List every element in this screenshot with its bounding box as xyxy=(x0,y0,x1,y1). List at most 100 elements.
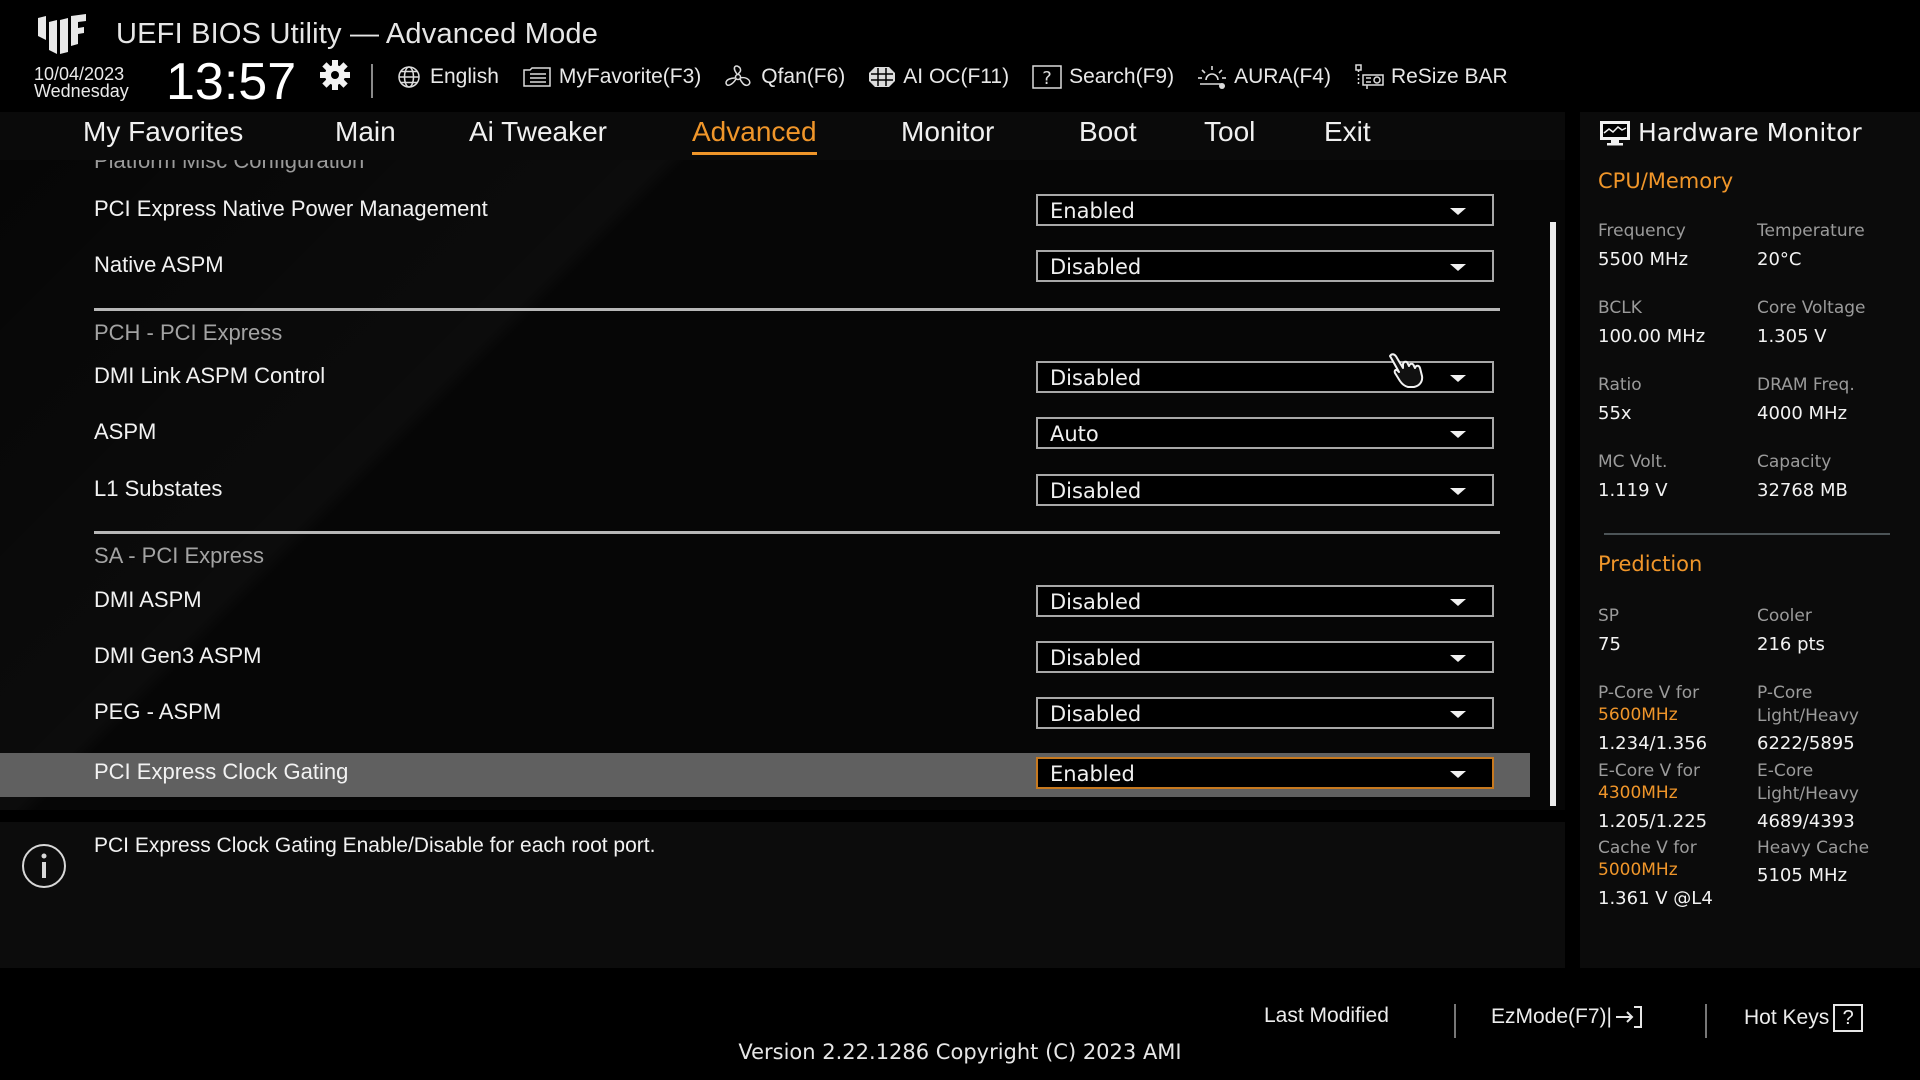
dropdown-value: Enabled xyxy=(1050,762,1135,786)
section-divider xyxy=(94,531,1500,534)
aura-button[interactable]: AURA(F4) xyxy=(1196,64,1331,90)
ai-oc-icon xyxy=(869,67,896,87)
setting-dropdown[interactable]: Auto xyxy=(1036,417,1494,449)
hw-label-mc-volt: MC Volt. xyxy=(1598,452,1668,472)
hot-keys-label: Hot Keys xyxy=(1744,1006,1830,1029)
setting-row[interactable]: DMI Gen3 ASPM Disabled xyxy=(0,637,1530,681)
chevron-down-icon xyxy=(1450,771,1466,778)
hardware-monitor-label: Hardware Monitor xyxy=(1638,118,1862,147)
svg-text:?: ? xyxy=(1042,68,1052,89)
section-heading-pch: PCH - PCI Express xyxy=(94,320,283,345)
hw-label-cache-v: Cache V for xyxy=(1598,838,1697,858)
myfavorite-label: MyFavorite(F3) xyxy=(558,65,702,88)
resize-bar-label: ReSize BAR xyxy=(1390,65,1508,88)
hardware-monitor-title: Hardware Monitor xyxy=(1598,118,1862,147)
aura-light-icon xyxy=(1198,66,1227,89)
chevron-down-icon xyxy=(1450,264,1466,271)
section-heading-sa: SA - PCI Express xyxy=(94,543,264,568)
settings-panel: Platform Misc Configuration PCI Express … xyxy=(0,160,1565,810)
hw-freq-pcore: 5600MHz xyxy=(1598,705,1678,725)
setting-row[interactable]: DMI Link ASPM Control Disabled xyxy=(0,357,1530,401)
language-button[interactable]: English xyxy=(394,65,499,89)
resize-bar-button[interactable]: ReSize BAR xyxy=(1353,63,1508,91)
setting-dropdown[interactable]: Disabled xyxy=(1036,641,1494,673)
search-help-icon: ? xyxy=(1032,65,1062,89)
tab-advanced[interactable]: Advanced xyxy=(692,116,817,155)
hw-label-ratio: Ratio xyxy=(1598,375,1642,395)
dropdown-value: Disabled xyxy=(1050,366,1142,390)
exit-arrow-icon xyxy=(1616,1006,1642,1028)
settings-scrollbar[interactable] xyxy=(1550,222,1556,806)
tab-monitor[interactable]: Monitor xyxy=(901,116,994,152)
resize-bar-icon xyxy=(1355,64,1384,89)
hw-label-frequency: Frequency xyxy=(1598,221,1686,241)
hw-value-ecore-v: 1.205/1.225 xyxy=(1598,811,1708,832)
tab-tool[interactable]: Tool xyxy=(1204,116,1255,152)
setting-row[interactable]: Native ASPM Disabled xyxy=(0,246,1530,290)
hw-label-dram-freq: DRAM Freq. xyxy=(1757,375,1855,395)
chevron-down-icon xyxy=(1450,431,1466,438)
globe-icon xyxy=(398,66,420,88)
ezmode-button[interactable]: EzMode(F7)| xyxy=(1491,1004,1644,1030)
tab-main[interactable]: Main xyxy=(335,116,396,152)
favorite-list-icon xyxy=(523,67,551,87)
myfavorite-button[interactable]: MyFavorite(F3) xyxy=(521,65,701,89)
help-question-icon: ? xyxy=(1833,1004,1864,1032)
hw-label-capacity: Capacity xyxy=(1757,452,1832,472)
tab-exit[interactable]: Exit xyxy=(1324,116,1371,152)
hw-value-heavy-cache: 5105 MHz xyxy=(1757,865,1848,886)
setting-label: DMI Gen3 ASPM xyxy=(94,643,262,668)
setting-row[interactable]: ASPM Auto xyxy=(0,413,1530,457)
setting-row[interactable]: PCI Express Native Power Management Enab… xyxy=(0,190,1530,234)
chevron-down-icon xyxy=(1450,599,1466,606)
setting-dropdown[interactable]: Enabled xyxy=(1036,757,1494,789)
setting-row[interactable]: DMI ASPM Disabled xyxy=(0,581,1530,625)
tab-ai-tweaker[interactable]: Ai Tweaker xyxy=(469,116,607,152)
ezmode-label: EzMode(F7)| xyxy=(1491,1005,1612,1028)
hw-label-pcore-lh-2: Light/Heavy xyxy=(1757,706,1859,726)
ai-oc-button[interactable]: AI OC(F11) xyxy=(867,65,1009,89)
last-modified-button[interactable]: Last Modified xyxy=(1264,1004,1389,1028)
qfan-button[interactable]: Qfan(F6) xyxy=(723,64,845,90)
app-title: UEFI BIOS Utility — Advanced Mode xyxy=(116,18,599,50)
dropdown-value: Disabled xyxy=(1050,646,1142,670)
chevron-down-icon xyxy=(1450,375,1466,382)
hw-value-capacity: 32768 MB xyxy=(1757,480,1848,501)
chevron-down-icon xyxy=(1450,655,1466,662)
dropdown-value: Disabled xyxy=(1050,590,1142,614)
clock[interactable]: 13:57 xyxy=(166,54,296,110)
setting-row-selected[interactable]: PCI Express Clock Gating Enabled xyxy=(0,753,1530,797)
setting-row[interactable]: L1 Substates Disabled xyxy=(0,470,1530,514)
hw-label-core-voltage: Core Voltage xyxy=(1757,298,1866,318)
toolbar: English MyFavorite(F3) Qfan(F6) AI OC(F1… xyxy=(394,62,1530,92)
main-tabs: My Favorites Main Ai Tweaker Advanced Mo… xyxy=(0,112,1565,160)
setting-dropdown[interactable]: Disabled xyxy=(1036,585,1494,617)
header: UEFI BIOS Utility — Advanced Mode 10/04/… xyxy=(0,0,1920,112)
tab-my-favorites[interactable]: My Favorites xyxy=(83,116,243,152)
weekday: Wednesday xyxy=(34,81,129,101)
setting-dropdown[interactable]: Enabled xyxy=(1036,194,1494,226)
hw-label-cooler: Cooler xyxy=(1757,606,1812,626)
tab-boot[interactable]: Boot xyxy=(1079,116,1137,152)
search-label: Search(F9) xyxy=(1069,65,1175,88)
help-info-bar: PCI Express Clock Gating Enable/Disable … xyxy=(0,822,1565,968)
hw-value-temperature: 20°C xyxy=(1757,249,1802,270)
hw-label-ecore-lh-1: E-Core xyxy=(1757,761,1814,781)
setting-dropdown[interactable]: Disabled xyxy=(1036,250,1494,282)
setting-dropdown[interactable]: Disabled xyxy=(1036,697,1494,729)
hot-keys-button[interactable]: Hot Keys ? xyxy=(1744,1004,1864,1032)
tuf-logo-icon xyxy=(38,14,86,54)
version-copyright: Version 2.22.1286 Copyright (C) 2023 AMI xyxy=(738,1040,1182,1064)
dropdown-value: Disabled xyxy=(1050,255,1142,279)
hw-value-pcore-lh: 6222/5895 xyxy=(1757,733,1855,754)
cpu-memory-heading: CPU/Memory xyxy=(1598,169,1734,193)
search-button[interactable]: ? Search(F9) xyxy=(1031,64,1174,90)
hw-label-ecore-lh-2: Light/Heavy xyxy=(1757,784,1859,804)
setting-row[interactable]: PEG - ASPM Disabled xyxy=(0,693,1530,737)
hw-label-ecore-v: E-Core V for xyxy=(1598,761,1701,781)
setting-dropdown[interactable]: Disabled xyxy=(1036,474,1494,506)
setting-label: ASPM xyxy=(94,419,157,444)
gear-icon[interactable] xyxy=(318,58,352,92)
hw-freq-ecore: 4300MHz xyxy=(1598,783,1678,803)
dropdown-value: Disabled xyxy=(1050,702,1142,726)
